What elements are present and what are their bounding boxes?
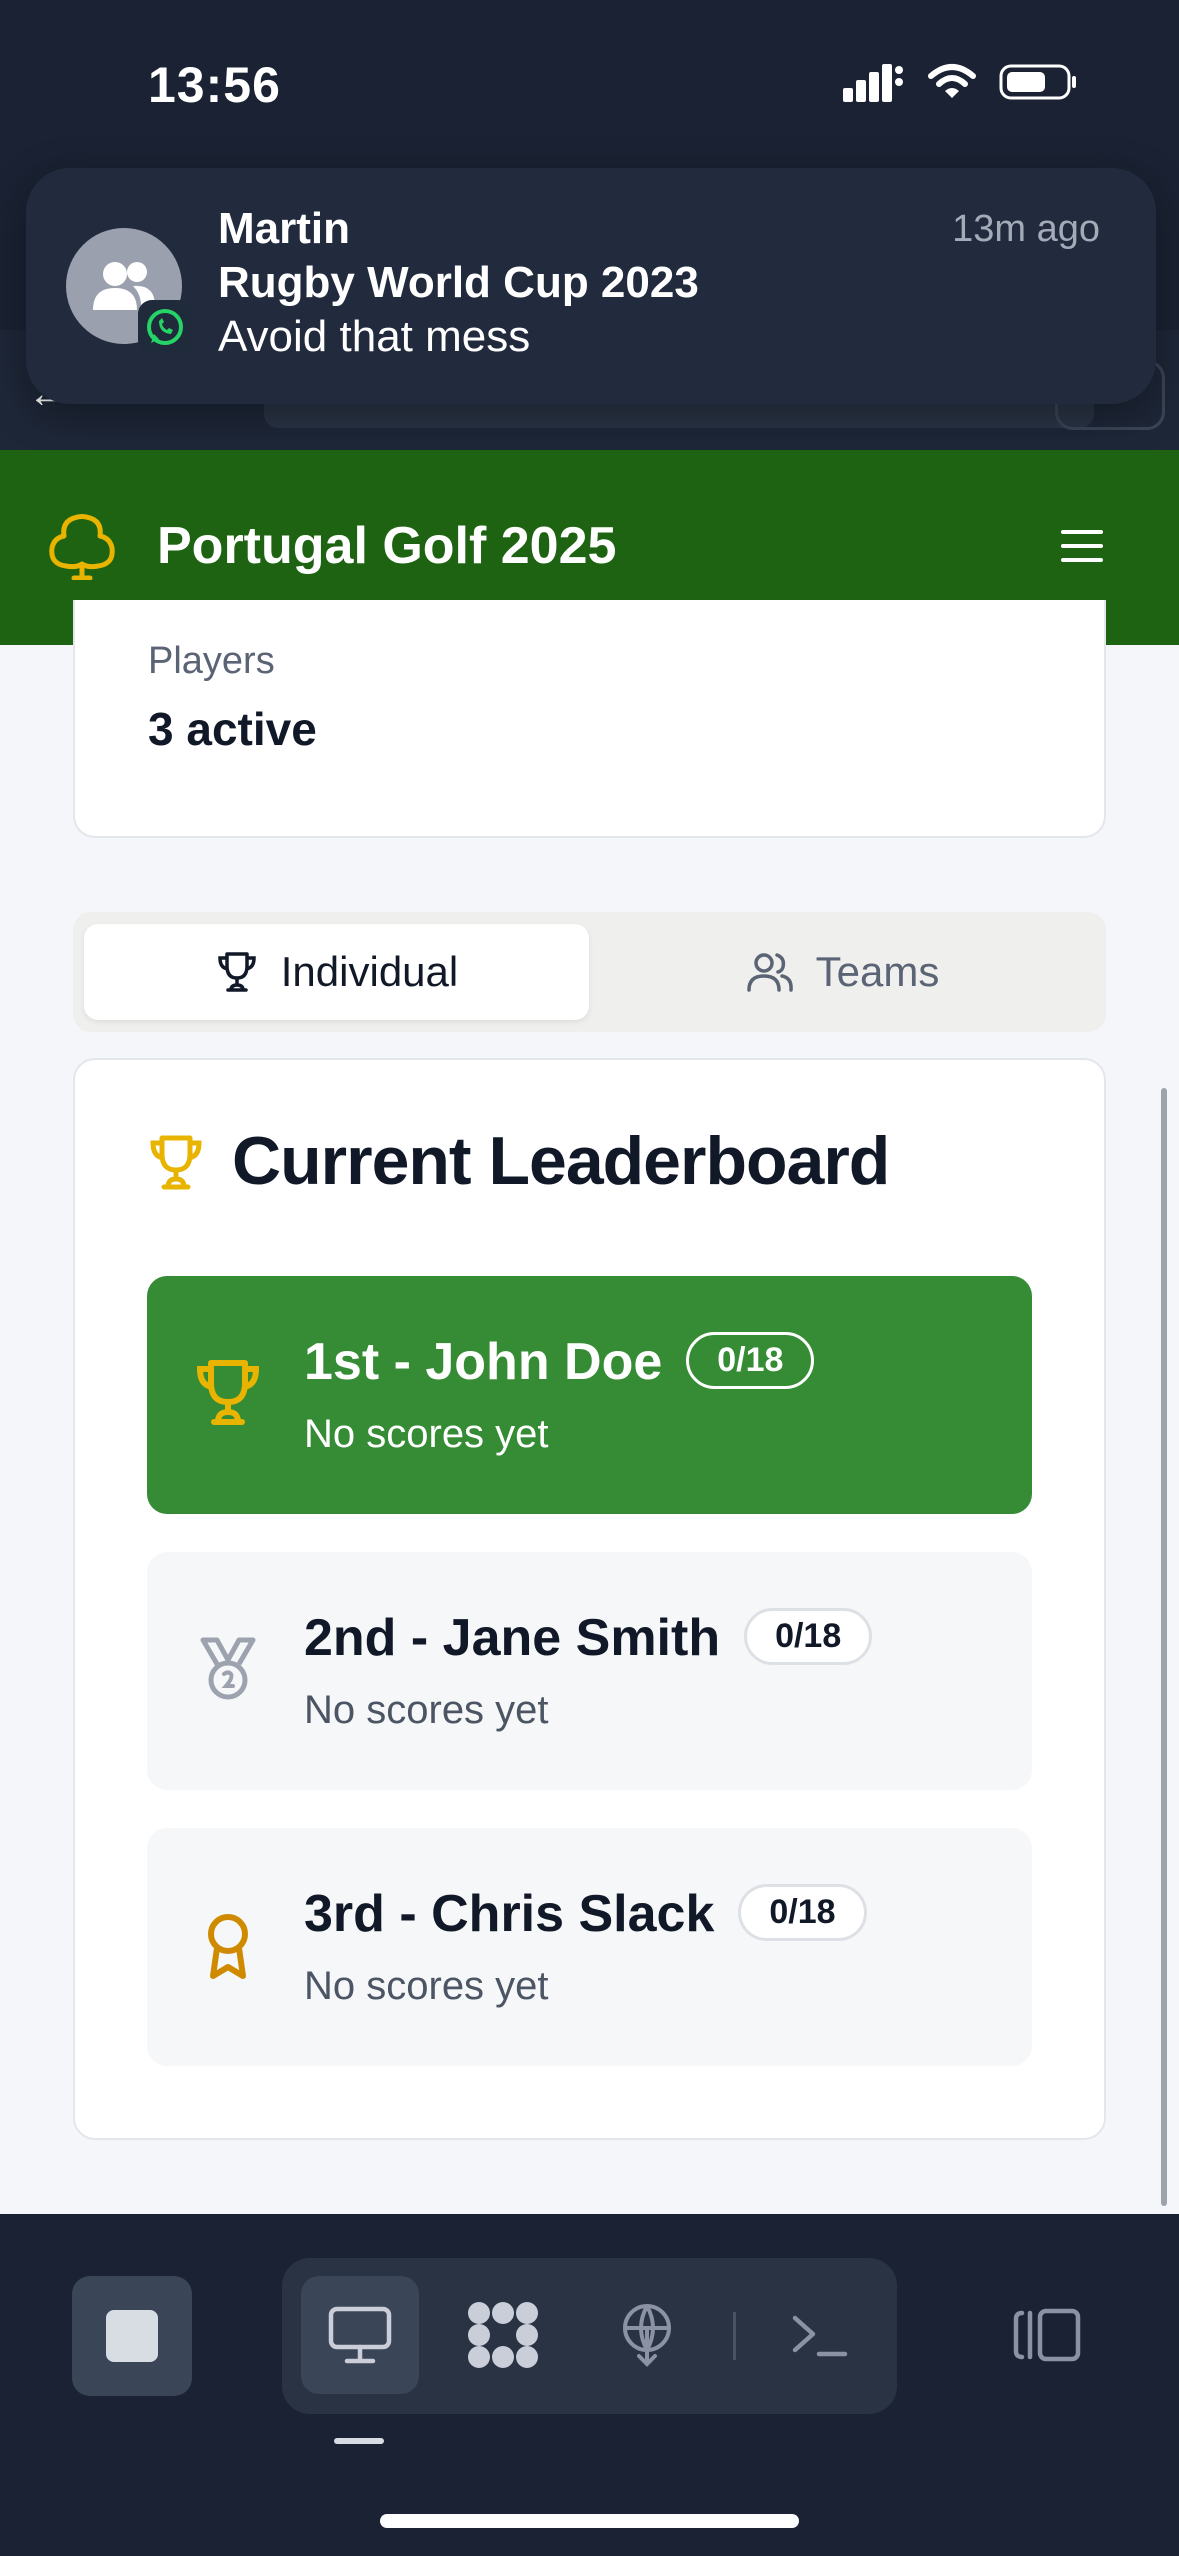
tab-teams[interactable]: Teams (590, 924, 1095, 1020)
leaderboard-entry[interactable]: 3rd - Chris Slack 0/18 No scores yet (147, 1828, 1032, 2066)
users-icon (746, 953, 793, 992)
stop-button[interactable] (72, 2276, 192, 2396)
apps-button[interactable] (444, 2276, 562, 2394)
split-view-button[interactable] (988, 2276, 1106, 2394)
players-label: Players (148, 640, 275, 682)
trophy-icon (148, 1134, 204, 1197)
menu-line (1061, 558, 1103, 562)
wifi-icon (928, 64, 976, 98)
whatsapp-icon (138, 300, 192, 354)
battery-icon (999, 64, 1076, 100)
trophy-icon (195, 1358, 261, 1433)
toolbar-divider (733, 2312, 736, 2360)
notification-time: 13m ago (952, 208, 1100, 250)
trophy-icon (218, 952, 256, 992)
holes-badge: 0/18 (686, 1332, 815, 1389)
holes-badge: 0/18 (738, 1884, 867, 1941)
stop-icon (106, 2310, 158, 2362)
desktop-icon (328, 2306, 392, 2364)
split-view-icon (1013, 2308, 1081, 2362)
page-scrollbar[interactable] (1161, 1088, 1167, 2206)
clover-icon (46, 514, 118, 585)
menu-line (1061, 530, 1103, 534)
hamburger-menu-button[interactable] (1061, 530, 1103, 562)
status-time: 13:56 (148, 57, 281, 113)
notification-sender: Martin (218, 204, 350, 253)
entry-status: No scores yet (304, 1964, 549, 2008)
leaderboard-entry[interactable]: 1st - John Doe 0/18 No scores yet (147, 1276, 1032, 1514)
terminal-icon (792, 2315, 848, 2357)
notification-body: Avoid that mess (218, 312, 531, 361)
notification-title: Rugby World Cup 2023 (218, 258, 699, 307)
entry-name: 3rd - Chris Slack 0/18 (304, 1884, 867, 1944)
players-value: 3 active (148, 703, 317, 755)
desktop-button[interactable] (301, 2276, 419, 2394)
active-tool-indicator (334, 2438, 384, 2444)
holes-badge: 0/18 (744, 1608, 873, 1665)
entry-name-text: 1st - John Doe (304, 1333, 663, 1391)
tab-teams-label: Teams (815, 948, 940, 995)
entry-name-text: 2nd - Jane Smith (304, 1609, 721, 1667)
tab-individual[interactable]: Individual (84, 924, 589, 1020)
menu-line (1061, 544, 1103, 548)
leaderboard-heading: Current Leaderboard (232, 1123, 890, 1199)
view-tabs: Individual Teams (73, 912, 1106, 1032)
apps-icon (468, 2302, 538, 2368)
medal-icon (195, 1634, 261, 1709)
entry-status: No scores yet (304, 1412, 549, 1456)
entry-name: 1st - John Doe 0/18 (304, 1332, 815, 1392)
terminal-button[interactable] (760, 2276, 878, 2394)
entry-name: 2nd - Jane Smith 0/18 (304, 1608, 873, 1668)
network-icon (623, 2304, 671, 2367)
network-button[interactable] (588, 2276, 706, 2394)
app-title: Portugal Golf 2025 (157, 517, 617, 575)
entry-status: No scores yet (304, 1688, 549, 1732)
notification-banner[interactable]: Martin Rugby World Cup 2023 Avoid that m… (26, 168, 1156, 404)
entry-name-text: 3rd - Chris Slack (304, 1885, 715, 1943)
status-icons (843, 62, 1079, 102)
signal-icon (843, 64, 903, 102)
leaderboard-entry[interactable]: 2nd - Jane Smith 0/18 No scores yet (147, 1552, 1032, 1790)
tab-individual-label: Individual (280, 948, 459, 995)
award-icon (195, 1910, 261, 1987)
home-indicator[interactable] (380, 2514, 799, 2528)
